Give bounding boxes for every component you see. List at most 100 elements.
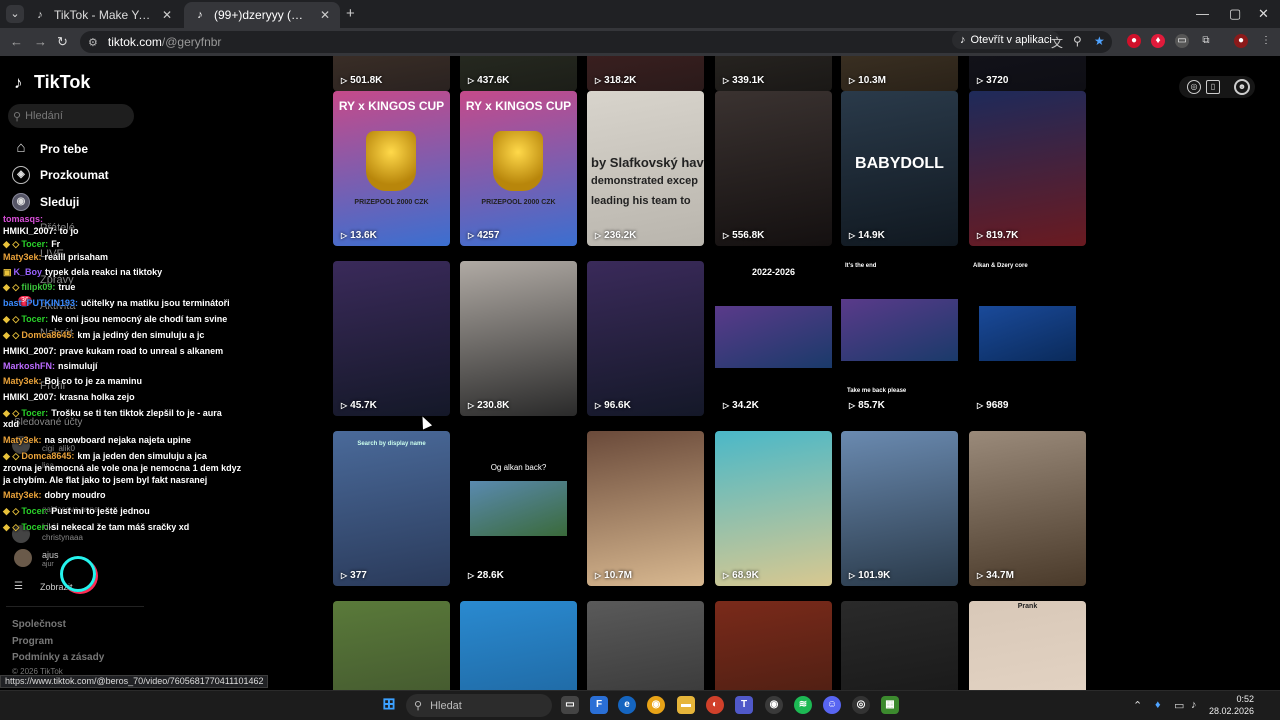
chat-text: typek dela reakci na tiktoky xyxy=(45,267,163,277)
suggested-account-name[interactable]: ajus xyxy=(42,550,59,560)
video-tile[interactable]: ▷ 339.1K xyxy=(715,56,832,91)
video-tile[interactable]: Alkan & Dzery core ▷ 9689 xyxy=(969,261,1086,416)
tray-chevron-icon[interactable]: ⌃ xyxy=(1133,699,1142,712)
view-count: ▷ 236.2K xyxy=(595,230,636,241)
chrome-icon[interactable]: ◉ xyxy=(647,696,665,714)
video-tile[interactable]: BABYDOLL ▷ 14.9K xyxy=(841,91,958,246)
play-icon: ▷ xyxy=(341,401,348,410)
obs-icon[interactable]: ◎ xyxy=(852,696,870,714)
extension-icon[interactable]: ● xyxy=(1127,34,1141,48)
video-tile[interactable]: ▷ 819.7K xyxy=(969,91,1086,246)
video-tile[interactable]: RY x KINGOS CUP PRIZEPOOL 2000 CZK ▷ 4257 xyxy=(460,91,577,246)
minimize-button[interactable]: — xyxy=(1196,6,1209,21)
reload-icon[interactable]: ↻ xyxy=(57,34,68,50)
app-icon[interactable]: F xyxy=(590,696,608,714)
avatar[interactable] xyxy=(14,549,32,567)
chat-message: Maty3ek: Boj co to je za maminu xyxy=(3,376,142,386)
discord-icon[interactable]: ☺ xyxy=(823,696,841,714)
browser-menu-icon[interactable]: ⋮ xyxy=(1259,34,1273,48)
view-count-value: 101.9K xyxy=(858,570,891,581)
video-tile[interactable]: It's the end Take me back please ▷ 85.7K xyxy=(841,261,958,416)
video-tile[interactable] xyxy=(715,601,832,690)
profile-avatar-icon[interactable]: ● xyxy=(1234,34,1248,48)
user-avatar-icon[interactable]: ☻ xyxy=(1234,79,1250,95)
bookmark-star-icon[interactable]: ★ xyxy=(1094,34,1105,48)
footer-link[interactable]: Společnost xyxy=(12,619,66,630)
chat-message: Maty3ek: reálll prisaham xyxy=(3,252,108,262)
taskbar-search[interactable]: ⚲ Hledat xyxy=(406,694,552,717)
divider xyxy=(6,606,144,607)
video-tile[interactable]: ▷ 45.7K xyxy=(333,261,450,416)
nav-explore[interactable]: ◈ Prozkoumat xyxy=(12,166,109,184)
video-tile[interactable]: ▷ 10.7M xyxy=(587,431,704,586)
extension-icon[interactable]: ♦ xyxy=(1151,34,1165,48)
view-count-value: 819.7K xyxy=(986,230,1019,241)
extensions-puzzle-icon[interactable]: ⧉ xyxy=(1199,34,1213,48)
video-tile[interactable] xyxy=(460,601,577,690)
close-tab-icon[interactable]: ✕ xyxy=(162,8,172,22)
video-tile[interactable]: ▷ 437.6K xyxy=(460,56,577,91)
chrome-active-icon[interactable]: ◉ xyxy=(765,696,783,714)
network-icon[interactable]: ▭ xyxy=(1174,699,1184,712)
new-tab-button[interactable]: + xyxy=(346,5,355,22)
video-tile[interactable]: ▷ 3720 xyxy=(969,56,1086,91)
video-thumbnail xyxy=(979,306,1076,361)
video-tile[interactable]: ▷ 68.9K xyxy=(715,431,832,586)
search-input[interactable]: ⚲ Hledání xyxy=(8,104,134,128)
close-tab-icon[interactable]: ✕ xyxy=(320,8,330,22)
video-tile[interactable] xyxy=(587,601,704,690)
video-tile[interactable] xyxy=(841,601,958,690)
spotify-icon[interactable]: ≋ xyxy=(794,696,812,714)
close-window-button[interactable]: ✕ xyxy=(1258,6,1269,22)
volume-icon[interactable]: ♪ xyxy=(1191,699,1197,711)
footer-link[interactable]: Program xyxy=(12,636,53,647)
minecraft-icon[interactable]: ▦ xyxy=(881,696,899,714)
translate-icon[interactable]: 文 xyxy=(1051,34,1063,51)
view-count: ▷ 819.7K xyxy=(977,230,1018,241)
forward-icon[interactable]: → xyxy=(34,34,47,49)
maximize-button[interactable]: ▢ xyxy=(1229,6,1241,22)
task-view-icon[interactable]: ▭ xyxy=(561,696,579,714)
video-tile[interactable]: by Slafkovský hav demonstrated excep leadi… xyxy=(587,91,704,246)
browser-tab[interactable]: ♪ TikTok - Make Your Day ✕ xyxy=(24,2,182,28)
chat-message: xdd xyxy=(3,419,19,429)
view-count: ▷ 318.2K xyxy=(595,75,636,86)
video-tile[interactable]: ▷ 230.8K xyxy=(460,261,577,416)
extension-icon[interactable]: ▭ xyxy=(1175,34,1189,48)
app-icon[interactable]: ◐ xyxy=(706,696,724,714)
video-tile[interactable]: Og alkan back? ▷ 28.6K xyxy=(460,431,577,586)
view-count-value: 236.2K xyxy=(604,230,637,241)
video-tile[interactable]: ▷ 318.2K xyxy=(587,56,704,91)
teams-icon[interactable]: T xyxy=(735,696,753,714)
nav-for-you[interactable]: ⌂ Pro tebe xyxy=(12,140,88,158)
device-icon[interactable]: ▯ xyxy=(1206,80,1220,94)
video-tile[interactable]: RY x KINGOS CUP PRIZEPOOL 2000 CZK ▷ 13.6K xyxy=(333,91,450,246)
tab-search-button[interactable]: ⌄ xyxy=(6,5,24,23)
windows-start-icon[interactable]: ⊞ xyxy=(380,696,398,714)
video-tile[interactable] xyxy=(333,601,450,690)
edge-icon[interactable]: e xyxy=(618,696,636,714)
video-tile[interactable]: Search by display name ▷ 377 xyxy=(333,431,450,586)
video-tile[interactable]: ▷ 556.8K xyxy=(715,91,832,246)
microphone-icon[interactable]: ♦ xyxy=(1155,699,1161,711)
video-tile[interactable]: Prank xyxy=(969,601,1086,690)
tiktok-logo[interactable]: ♪ TikTok xyxy=(14,72,90,93)
view-count: ▷ 377 xyxy=(341,570,367,581)
file-explorer-icon[interactable]: ▬ xyxy=(677,696,695,714)
site-info-icon[interactable]: ⚙ xyxy=(88,36,98,49)
zoom-icon[interactable]: ⚲ xyxy=(1073,34,1082,48)
video-tile[interactable]: ▷ 34.7M xyxy=(969,431,1086,586)
open-in-app-button[interactable]: ♪ Otevřít v aplikaci xyxy=(952,31,1060,49)
footer-link[interactable]: Podmínky a zásady xyxy=(12,652,104,663)
play-icon: ▷ xyxy=(341,571,348,580)
taskbar-clock[interactable]: 0:52 28.02.2026 xyxy=(1208,693,1254,717)
video-tile[interactable]: 2022-2026 ▷ 34.2K xyxy=(715,261,832,416)
chat-badge-icon: ◆ ◇ xyxy=(3,239,20,249)
video-tile[interactable]: ▷ 501.8K xyxy=(333,56,450,91)
compass-small-icon[interactable]: ◎ xyxy=(1187,80,1201,94)
video-tile[interactable]: ▷ 96.6K xyxy=(587,261,704,416)
browser-tab-active[interactable]: ♪ (99+)dzeryyy (@geryfnbr) | TikTok ✕ xyxy=(184,2,340,28)
video-tile[interactable]: ▷ 10.3M xyxy=(841,56,958,91)
video-tile[interactable]: ▷ 101.9K xyxy=(841,431,958,586)
back-icon[interactable]: ← xyxy=(10,34,23,49)
